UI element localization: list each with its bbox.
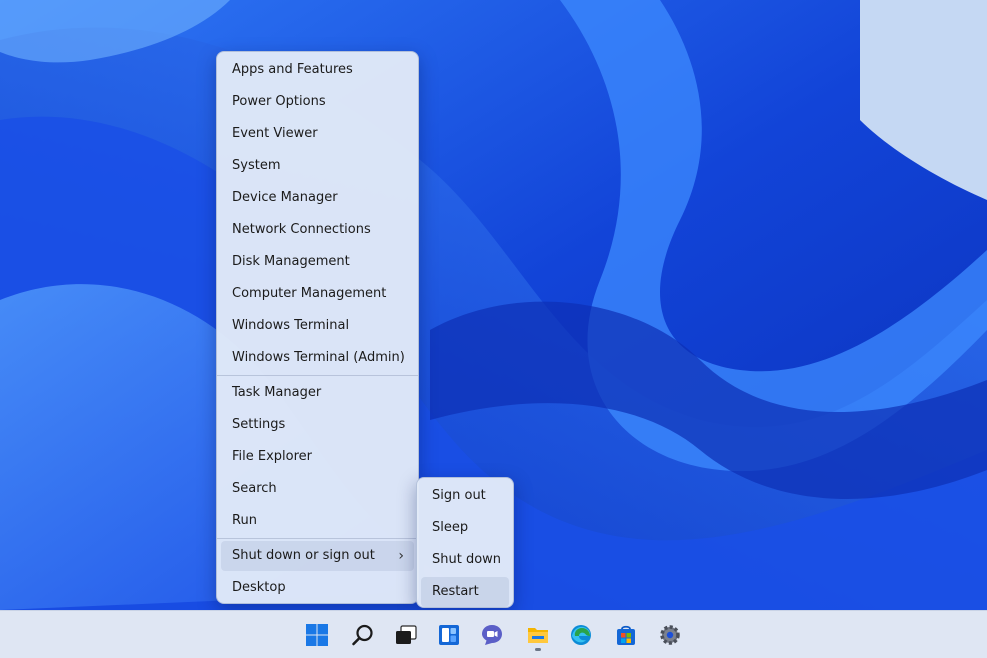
menu-item-desktop[interactable]: Desktop: [221, 573, 414, 603]
microsoft-store-icon[interactable]: [609, 619, 643, 651]
file-explorer-icon[interactable]: [521, 619, 555, 651]
menu-item-label: Shut down or sign out: [232, 548, 375, 563]
menu-separator: [217, 538, 418, 539]
windows-start-icon[interactable]: [300, 619, 334, 651]
edge-browser-icon[interactable]: [564, 619, 598, 651]
menu-item-shut-down-or-sign-out[interactable]: Shut down or sign out ›: [221, 541, 414, 571]
task-view-icon[interactable]: [389, 619, 423, 651]
menu-item-file-explorer[interactable]: File Explorer: [221, 442, 414, 472]
widgets-icon[interactable]: [432, 619, 466, 651]
menu-item-windows-terminal[interactable]: Windows Terminal: [221, 311, 414, 341]
menu-item-search[interactable]: Search: [221, 474, 414, 504]
menu-item-computer-management[interactable]: Computer Management: [221, 279, 414, 309]
menu-item-power-options[interactable]: Power Options: [221, 87, 414, 117]
menu-item-settings[interactable]: Settings: [221, 410, 414, 440]
submenu-item-sleep[interactable]: Sleep: [421, 513, 509, 543]
menu-item-run[interactable]: Run: [221, 506, 414, 536]
menu-item-task-manager[interactable]: Task Manager: [221, 378, 414, 408]
taskbar: [0, 610, 987, 658]
submenu-item-shut-down[interactable]: Shut down: [421, 545, 509, 575]
menu-item-system[interactable]: System: [221, 151, 414, 181]
winx-context-menu: Apps and Features Power Options Event Vi…: [216, 51, 419, 604]
settings-gear-icon[interactable]: [653, 619, 687, 651]
menu-item-windows-terminal-admin[interactable]: Windows Terminal (Admin): [221, 343, 414, 373]
teams-chat-icon[interactable]: [475, 619, 509, 651]
menu-item-disk-management[interactable]: Disk Management: [221, 247, 414, 277]
menu-item-network-connections[interactable]: Network Connections: [221, 215, 414, 245]
shutdown-submenu: Sign out Sleep Shut down Restart: [416, 477, 514, 608]
submenu-item-restart[interactable]: Restart: [421, 577, 509, 607]
search-icon[interactable]: [346, 619, 380, 651]
running-indicator: [535, 648, 541, 651]
submenu-item-sign-out[interactable]: Sign out: [421, 481, 509, 511]
menu-item-device-manager[interactable]: Device Manager: [221, 183, 414, 213]
chevron-right-icon: ›: [398, 548, 404, 564]
menu-separator: [217, 375, 418, 376]
menu-item-apps-and-features[interactable]: Apps and Features: [221, 55, 414, 85]
menu-item-event-viewer[interactable]: Event Viewer: [221, 119, 414, 149]
